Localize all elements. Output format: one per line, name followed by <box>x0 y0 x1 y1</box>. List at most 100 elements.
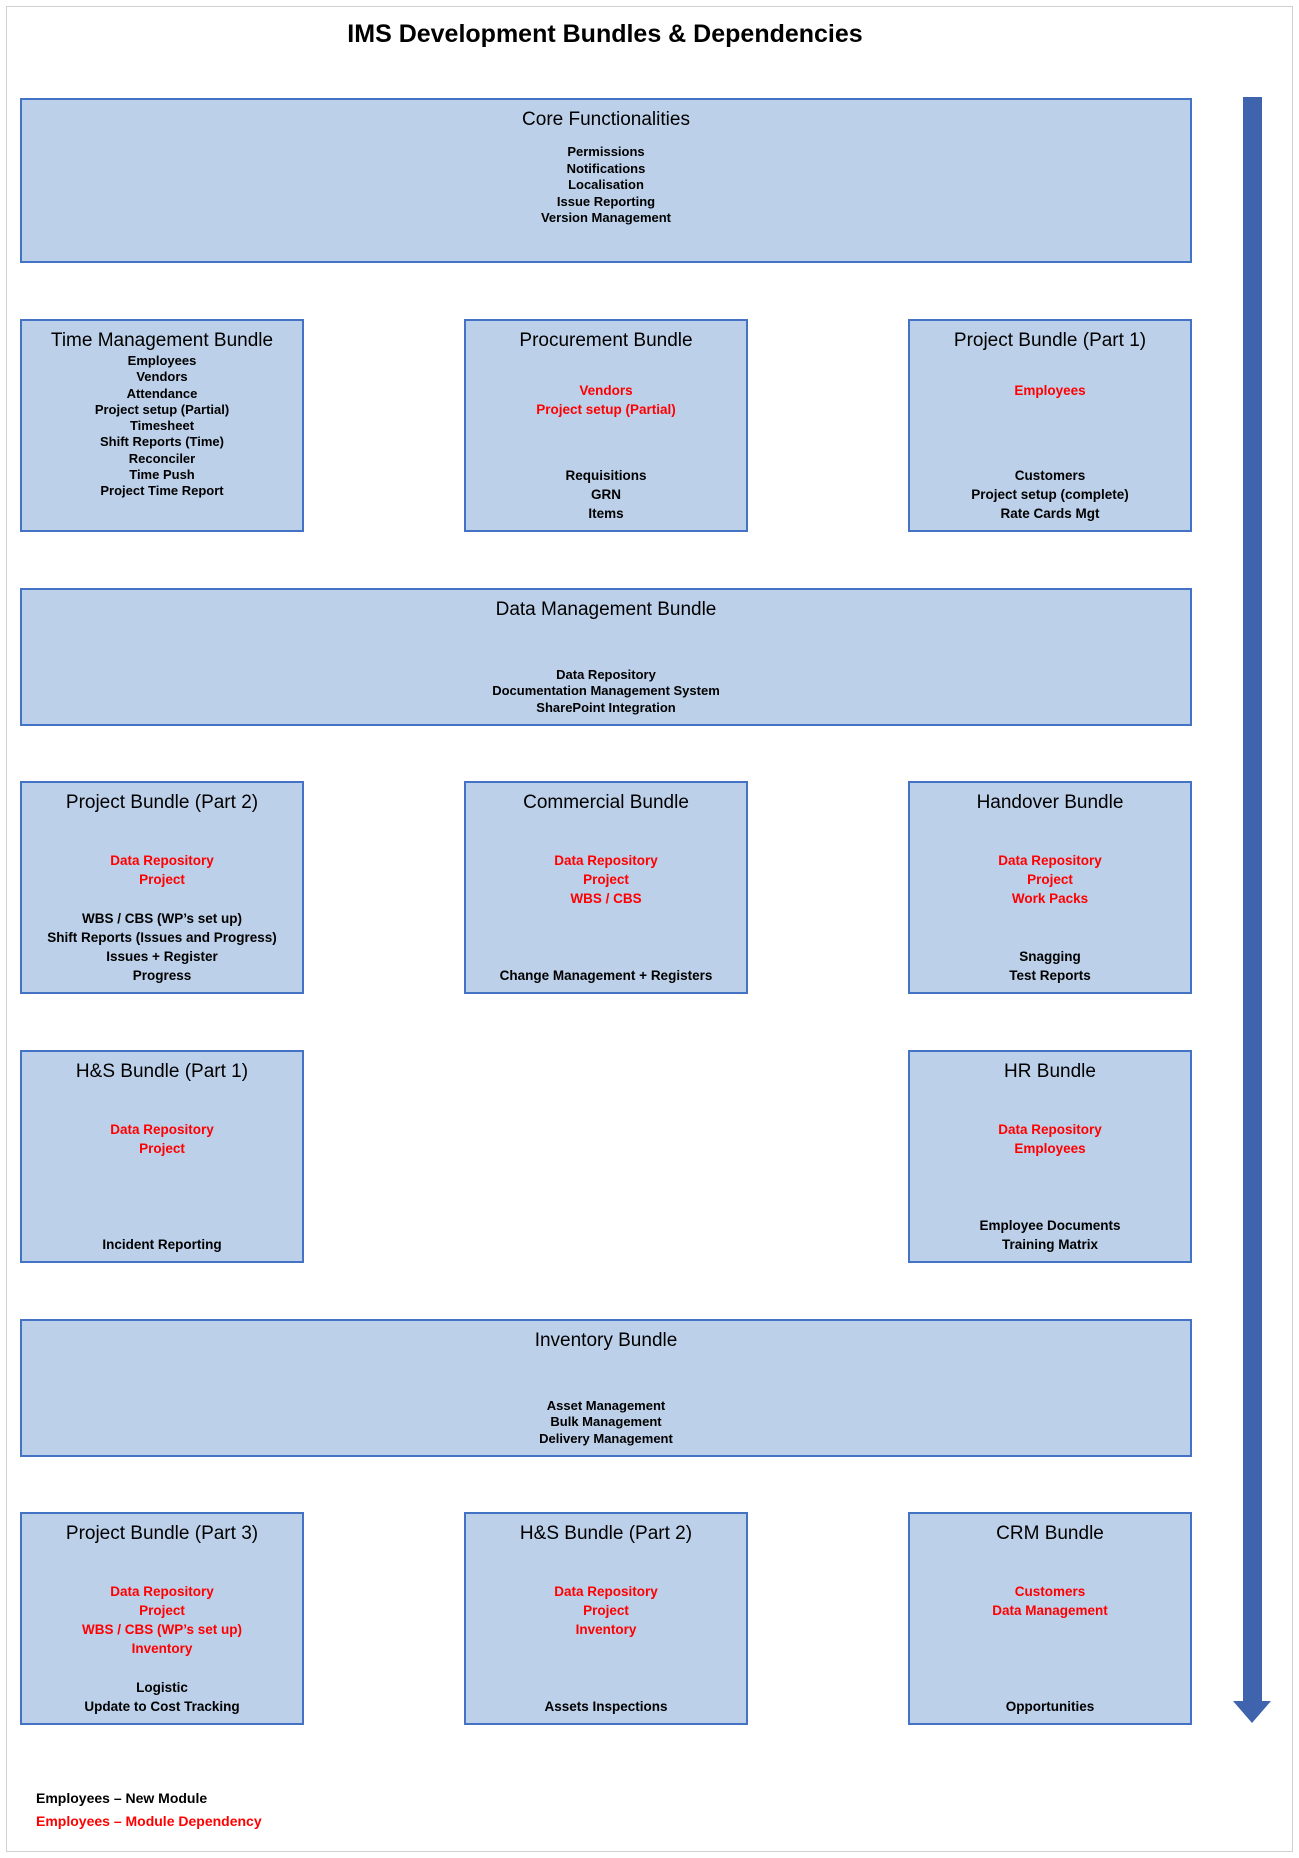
module-item: Test Reports <box>1009 968 1091 983</box>
dependency-list: Data Repository Project Work Packs <box>910 851 1190 908</box>
dependency-item: Data Repository <box>998 1122 1102 1137</box>
dependency-list: Data Repository Employees <box>910 1120 1190 1158</box>
dependency-list: Data Repository Project WBS / CBS (WP’s se… <box>22 1582 302 1658</box>
module-list: Assets Inspections <box>466 1697 746 1716</box>
module-item: Incident Reporting <box>102 1237 222 1252</box>
bundle-data-management: Data Management Bundle Data Repository Doc… <box>20 588 1192 726</box>
dependency-item: Project <box>1027 872 1073 887</box>
legend-module-dependency: Employees – Module Dependency <box>36 1813 262 1829</box>
dependency-item: Project <box>583 1603 629 1618</box>
module-list: Employees Vendors Attendance Project setup … <box>22 353 302 500</box>
dependency-item: Project <box>139 872 185 887</box>
dependency-item: Project <box>139 1141 185 1156</box>
module-item: Requisitions <box>565 468 647 483</box>
bundle-project-part1: Project Bundle (Part 1) Employees Customer… <box>908 319 1192 532</box>
dependency-list: Data Repository Project <box>22 851 302 889</box>
module-item: SharePoint Integration <box>536 699 676 715</box>
module-item: Shift Reports (Issues and Progress) <box>47 930 277 945</box>
module-list: Logistic Update to Cost Tracking <box>22 1678 302 1716</box>
module-item: Asset Management <box>546 1397 666 1413</box>
bundle-crm: CRM Bundle Customers Data Management Opport… <box>908 1512 1192 1725</box>
module-item: Timesheet <box>129 418 195 434</box>
bundle-title: Inventory Bundle <box>534 1330 678 1351</box>
module-item: Issue Reporting <box>556 193 656 209</box>
bundle-title: Commercial Bundle <box>523 792 689 813</box>
bundle-title: CRM Bundle <box>996 1523 1104 1544</box>
module-list: Snagging Test Reports <box>910 947 1190 985</box>
module-item: Project setup (complete) <box>971 487 1129 502</box>
legend: Employees – New Module Employees – Modul… <box>36 1787 262 1833</box>
module-item: Training Matrix <box>1001 1237 1099 1252</box>
dependency-item: Inventory <box>575 1622 637 1637</box>
dependency-list: Data Repository Project <box>22 1120 302 1158</box>
dependency-item: Inventory <box>131 1641 193 1656</box>
bundle-hs-part1: H&S Bundle (Part 1) Data Repository Projec… <box>20 1050 304 1263</box>
module-item: Employees <box>127 353 197 368</box>
bundle-title: Time Management Bundle <box>50 330 274 351</box>
module-item: Progress <box>132 968 192 983</box>
module-list: Employee Documents Training Matrix <box>910 1216 1190 1254</box>
module-item: Project setup (Partial) <box>94 401 230 417</box>
bundle-hr: HR Bundle Data Repository Employees Employe… <box>908 1050 1192 1263</box>
module-item: Vendors <box>136 369 188 385</box>
dependency-list: Customers Data Management <box>910 1582 1190 1620</box>
bundle-title: Procurement Bundle <box>519 330 693 351</box>
dependency-item: Project setup (Partial) <box>536 402 676 417</box>
bundle-project-part2: Project Bundle (Part 2) Data Repository Pr… <box>20 781 304 994</box>
bundle-title: Handover Bundle <box>976 792 1124 813</box>
dependency-item: Data Repository <box>110 1122 214 1137</box>
module-item: Issues + Register <box>106 949 218 964</box>
legend-new-module: Employees – New Module <box>36 1790 208 1806</box>
module-item: Customers <box>1014 468 1086 483</box>
bundle-handover: Handover Bundle Data Repository Project Wor… <box>908 781 1192 994</box>
dependency-item: Project <box>139 1603 185 1618</box>
module-item: Version Management <box>540 210 672 225</box>
module-item: Attendance <box>126 385 198 401</box>
module-item: Notifications <box>566 160 646 176</box>
dependency-item: Data Management <box>992 1603 1108 1618</box>
bundle-title: Core Functionalities <box>522 109 690 130</box>
bundle-title: Project Bundle (Part 1) <box>953 330 1147 351</box>
module-item: Snagging <box>1019 949 1081 964</box>
module-item: Permissions <box>567 144 645 159</box>
dependency-item: Customers <box>1014 1584 1086 1599</box>
module-item: Logistic <box>136 1680 188 1695</box>
bundle-title: H&S Bundle (Part 2) <box>519 1523 693 1544</box>
bundle-title: Data Management Bundle <box>495 599 717 620</box>
dependency-item: Work Packs <box>1011 891 1089 906</box>
module-item: Reconciler <box>128 450 196 466</box>
module-item: Opportunities <box>1005 1699 1095 1714</box>
module-item: Change Management + Registers <box>499 968 713 983</box>
module-list: Data Repository Documentation Management … <box>22 667 1190 717</box>
bundle-project-part3: Project Bundle (Part 3) Data Repository Pr… <box>20 1512 304 1725</box>
dependency-item: Data Repository <box>110 1584 214 1599</box>
module-list: WBS / CBS (WP’s set up) Shift Reports (Is… <box>22 909 302 985</box>
module-item: Assets Inspections <box>544 1699 668 1714</box>
module-item: Bulk Management <box>550 1414 662 1429</box>
arrow-head <box>1233 1701 1271 1723</box>
dependency-list: Employees <box>910 381 1190 400</box>
module-list: Opportunities <box>910 1697 1190 1716</box>
dependency-item: Project <box>583 872 629 887</box>
module-list: Permissions Notifications Localisation Issu… <box>22 144 1190 227</box>
module-list: Requisitions GRN Items <box>466 466 746 523</box>
dependency-item: Employees <box>1014 1141 1086 1156</box>
module-item: WBS / CBS (WP’s set up) <box>81 911 242 926</box>
dependency-item: WBS / CBS <box>570 891 642 906</box>
dependency-item: Data Repository <box>554 853 658 868</box>
module-list: Change Management + Registers <box>466 966 746 985</box>
module-item: Localisation <box>568 177 644 192</box>
module-item: Delivery Management <box>539 1430 673 1446</box>
module-item: Shift Reports (Time) <box>100 434 224 450</box>
diagram-title: IMS Development Bundles & Dependencies <box>347 20 863 48</box>
bundle-time-management: Time Management Bundle Employees Vendors At… <box>20 319 304 532</box>
dependency-item: Vendors <box>579 383 633 398</box>
down-arrow-icon <box>1233 97 1271 1723</box>
module-list: Customers Project setup (complete) Rate Ca… <box>910 466 1190 523</box>
module-item: Time Push <box>129 467 195 483</box>
dependency-list: Data Repository Project Inventory <box>466 1582 746 1639</box>
bundle-commercial: Commercial Bundle Data Repository Project W… <box>464 781 748 994</box>
bundle-procurement: Procurement Bundle Vendors Project setup (… <box>464 319 748 532</box>
dependency-list: Data Repository Project WBS / CBS <box>466 851 746 908</box>
module-item: Update to Cost Tracking <box>84 1699 240 1714</box>
